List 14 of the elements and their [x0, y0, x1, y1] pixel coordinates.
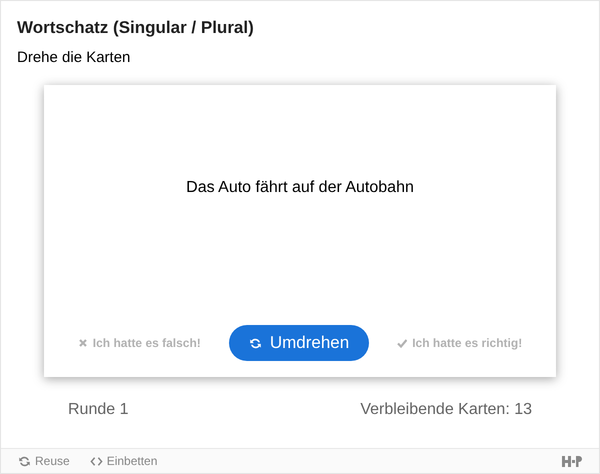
flip-button[interactable]: Umdrehen — [228, 325, 370, 361]
code-icon — [90, 454, 103, 468]
refresh-icon — [18, 454, 31, 468]
refresh-icon — [248, 336, 262, 350]
round-label: Runde 1 — [68, 401, 128, 419]
cross-icon — [78, 338, 88, 348]
task-title: Wortschatz (Singular / Plural) — [17, 17, 255, 39]
checkmark-icon — [397, 338, 408, 348]
reuse-button[interactable]: Reuse — [18, 454, 70, 468]
logo-icon — [562, 456, 582, 466]
instruction-text: Drehe die Karten — [17, 49, 132, 67]
embed-button[interactable]: Einbetten — [90, 454, 158, 468]
card-text: Das Auto fährt auf der Autobahn — [186, 179, 414, 197]
remaining-cards: Verbleibende Karten: 13 — [360, 401, 532, 419]
